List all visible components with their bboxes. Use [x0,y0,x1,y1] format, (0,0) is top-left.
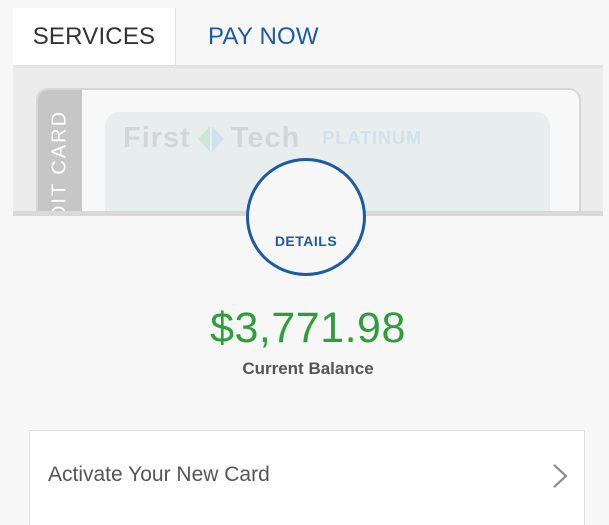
diamond-logo-icon [197,125,224,152]
details-label: DETAILS [274,233,338,249]
card-brand: First Tech PLATINUM [123,122,422,155]
balance-amount: $3,771.98 [210,304,406,352]
tab-pay-now[interactable]: PAY NOW [176,8,319,65]
card-side-label: DIT CARD [48,109,71,213]
brand-word-first: First [123,122,191,154]
details-button[interactable]: DETAILS [246,158,366,276]
tab-services[interactable]: SERVICES [13,8,176,65]
tab-bar: SERVICES PAY NOW [13,8,603,68]
activate-card-label: Activate Your New Card [48,463,270,486]
card-tier: PLATINUM [322,128,423,148]
app-screen: SERVICES PAY NOW DIT CARD First Tech PLA… [0,0,609,525]
activate-card-row[interactable]: Activate Your New Card [29,430,585,525]
tab-pay-now-label: PAY NOW [208,22,319,50]
account-summary: DETAILS $3,771.98 Current Balance Activa… [13,158,603,525]
brand-word-tech: Tech [230,122,301,154]
chevron-right-icon [553,464,568,488]
balance-label: Current Balance [242,359,374,378]
tab-services-label: SERVICES [32,22,156,50]
card-side-strip: DIT CARD [38,90,82,213]
